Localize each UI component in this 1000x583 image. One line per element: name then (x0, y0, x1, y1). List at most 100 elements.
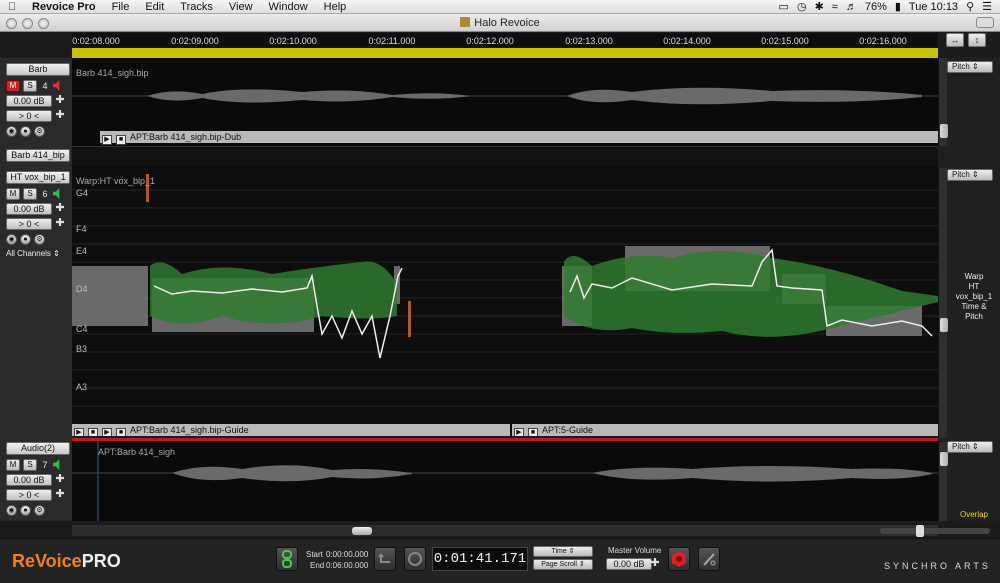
menu-file[interactable]: File (104, 0, 138, 14)
offset-add-icon[interactable]: ✚ (55, 488, 65, 501)
offset-field[interactable]: > 0 < (6, 488, 52, 501)
track-name-barb414[interactable]: Barb 414_bip (6, 149, 70, 162)
lock-icon[interactable]: ■ (88, 428, 98, 436)
record-arm-icon[interactable]: ◉ (6, 234, 17, 245)
record-arm-icon[interactable]: ◉ (6, 505, 17, 516)
selection-range-bar[interactable] (72, 48, 938, 58)
battery-percent[interactable]: 76% (865, 1, 887, 13)
scrollbar[interactable] (938, 168, 948, 438)
timecode-display[interactable]: 0:01:41.171 (432, 547, 528, 571)
play-icon[interactable]: ▶ (102, 135, 112, 145)
track-lane-audio2[interactable]: APT:Barb 414_sigh (72, 441, 938, 521)
menu-tracks[interactable]: Tracks (172, 0, 221, 14)
play-icon[interactable]: ▶ (102, 428, 112, 436)
speaker-icon[interactable] (53, 188, 62, 199)
gain-add-icon[interactable]: ✚ (55, 94, 65, 107)
menu-help[interactable]: Help (316, 0, 355, 14)
gain-field[interactable]: 0.00 dB (6, 94, 52, 107)
clock[interactable]: Tue 10:13 (909, 1, 958, 13)
wifi-icon[interactable]: ≈ (832, 1, 838, 13)
link-icon[interactable] (276, 547, 298, 571)
offset-field[interactable]: > 0 < (6, 217, 52, 230)
gear-icon[interactable]: ⚙ (34, 505, 45, 516)
offset-add-icon[interactable]: ✚ (55, 217, 65, 230)
play-icon[interactable]: ▶ (514, 428, 524, 436)
zoom-window-button[interactable] (38, 18, 49, 29)
scrollbar[interactable] (938, 442, 948, 521)
settings-tool-icon[interactable] (698, 547, 720, 571)
pitch-select[interactable]: Pitch ⇕ (947, 441, 993, 453)
scroll-thumb[interactable] (940, 452, 948, 466)
lock-icon[interactable]: ● (20, 126, 31, 137)
undo-icon[interactable] (374, 547, 396, 571)
track-lane-ht-vox[interactable]: Warp:HT vox_bip_1 G4 F4 E4 D4 C4 B3 A3 ▶… (72, 166, 938, 436)
play-icon[interactable]: ▶ (74, 428, 84, 436)
clip-bar-guide[interactable]: ▶ ■ ▶ ■ APT:Barb 414_sigh.bip-Guide (72, 424, 510, 436)
start-value[interactable]: 0:00:00.000 (326, 550, 368, 559)
vertical-zoom-icon[interactable]: ↕ (968, 33, 986, 47)
gear-icon[interactable]: ⚙ (34, 126, 45, 137)
minimize-window-button[interactable] (22, 18, 33, 29)
speaker-icon[interactable] (53, 459, 62, 470)
mute-button[interactable]: M (6, 458, 20, 471)
apple-icon[interactable]:  (0, 1, 24, 13)
loop-icon[interactable] (404, 547, 426, 571)
pitch-select[interactable]: Pitch ⇕ (947, 169, 993, 181)
menu-window[interactable]: Window (261, 0, 316, 14)
lock-icon[interactable]: ■ (116, 135, 126, 145)
lock-icon[interactable]: ● (20, 505, 31, 516)
pitch-select[interactable]: Pitch ⇕ (947, 61, 993, 73)
notification-icon[interactable]: ☰ (982, 0, 992, 13)
offset-add-icon[interactable]: ✚ (55, 109, 65, 122)
menu-app-name[interactable]: Revoice Pro (24, 0, 104, 14)
bluetooth-icon[interactable]: ✱ (815, 0, 824, 13)
master-volume-add-icon[interactable]: ✚ (650, 558, 660, 570)
offset-field[interactable]: > 0 < (6, 109, 52, 122)
overlap-label[interactable]: Overlap (948, 510, 1000, 520)
scroll-thumb[interactable] (352, 527, 372, 535)
horizontal-zoom-icon[interactable]: ↔ (946, 33, 964, 47)
solo-button[interactable]: S (23, 79, 37, 92)
speaker-icon[interactable] (53, 80, 62, 91)
scroll-mode-select[interactable]: Page Scroll ⇕ (533, 559, 593, 570)
track-name-ht-vox[interactable]: HT vox_bip_1 (6, 171, 70, 184)
display-icon[interactable]: ▭ (779, 0, 789, 13)
menu-view[interactable]: View (221, 0, 261, 14)
gear-icon[interactable]: ⚙ (34, 234, 45, 245)
fullscreen-button[interactable] (976, 17, 994, 28)
master-volume-field[interactable]: 0.00 dB (606, 558, 652, 570)
scroll-thumb[interactable] (940, 124, 948, 138)
gain-add-icon[interactable]: ✚ (55, 473, 65, 486)
lock-icon[interactable]: ● (20, 234, 31, 245)
time-ruler[interactable]: 0:02:08.000 0:02:09.000 0:02:10.000 0:02… (72, 33, 938, 48)
track-name-barb[interactable]: Barb (6, 63, 70, 76)
clip-bar-guide-5[interactable]: ▶ ■ APT:5-Guide (512, 424, 938, 436)
track-lane-barb[interactable]: Barb 414_sigh.bip ▶ ■ APT:Barb 414_sigh.b… (72, 58, 938, 146)
lock-icon[interactable]: ■ (528, 428, 538, 436)
gain-add-icon[interactable]: ✚ (55, 202, 65, 215)
menu-edit[interactable]: Edit (137, 0, 172, 14)
time-mode-select[interactable]: Time ⇕ (533, 546, 593, 557)
spotlight-icon[interactable]: ⚲ (966, 0, 974, 13)
lock-icon[interactable]: ■ (116, 428, 126, 436)
solo-button[interactable]: S (23, 187, 37, 200)
clip-bar-dub[interactable]: ▶ ■ APT:Barb 414_sigh.bip-Dub (100, 131, 938, 145)
battery-icon[interactable]: ▮ (895, 0, 901, 13)
mute-button[interactable]: M (6, 79, 20, 92)
track-name-audio2[interactable]: Audio(2) (6, 442, 70, 455)
channels-select[interactable]: All Channels ⇕ (6, 249, 70, 258)
close-window-button[interactable] (6, 18, 17, 29)
gain-field[interactable]: 0.00 dB (6, 473, 52, 486)
time-machine-icon[interactable]: ◷ (797, 0, 807, 13)
process-icon[interactable] (668, 547, 690, 571)
horizontal-scrollbar[interactable] (72, 525, 938, 536)
gain-field[interactable]: 0.00 dB (6, 202, 52, 215)
volume-icon[interactable]: ♬ (846, 1, 857, 13)
end-value[interactable]: 0:06:00.000 (326, 561, 368, 570)
track-lane-barb414[interactable] (72, 146, 938, 166)
zoom-slider[interactable] (880, 525, 990, 537)
solo-button[interactable]: S (23, 458, 37, 471)
record-arm-icon[interactable]: ◉ (6, 126, 17, 137)
scroll-thumb[interactable] (940, 318, 948, 332)
scrollbar[interactable] (938, 58, 948, 146)
